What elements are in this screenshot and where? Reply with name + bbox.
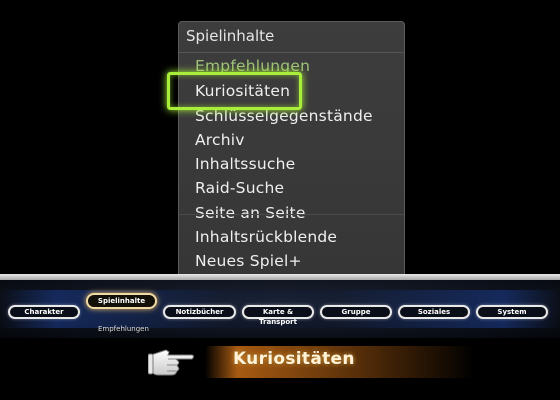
hint-label: Kuriositäten (233, 349, 355, 369)
tab-karte-transport[interactable]: Karte & Transport (242, 305, 314, 326)
tab-soziales[interactable]: Soziales (398, 305, 470, 319)
tab-charakter[interactable]: Charakter (8, 305, 80, 319)
menu-item-neues-spiel[interactable]: Neues Spiel+ (195, 252, 302, 270)
selection-highlight (167, 72, 302, 110)
menu-item-inhaltssuche[interactable]: Inhaltssuche (195, 155, 295, 173)
menu-item-archiv[interactable]: Archiv (195, 131, 245, 149)
tab-spielinhalte[interactable]: Spielinhalte (86, 293, 157, 309)
content-menu-window: Spielinhalte Empfehlungen Kuriositäten S… (178, 21, 405, 283)
menu-item-raid-suche[interactable]: Raid-Suche (195, 179, 284, 197)
active-tab-sub-label: Empfehlungen (98, 325, 149, 333)
menu-item-seite-an-seite[interactable]: Seite an Seite (195, 204, 306, 222)
tab-system[interactable]: System (476, 305, 548, 319)
pointing-hand-icon (148, 349, 194, 376)
tab-notizbuecher[interactable]: Notizbücher (163, 305, 236, 319)
menu-item-inhaltsrueckblende[interactable]: Inhaltsrückblende (195, 228, 337, 246)
tab-gruppe[interactable]: Gruppe (320, 305, 392, 319)
menu-title: Spielinhalte (179, 22, 404, 53)
screen-frame: Spielinhalte Empfehlungen Kuriositäten S… (0, 0, 560, 400)
menu-divider (179, 214, 404, 215)
